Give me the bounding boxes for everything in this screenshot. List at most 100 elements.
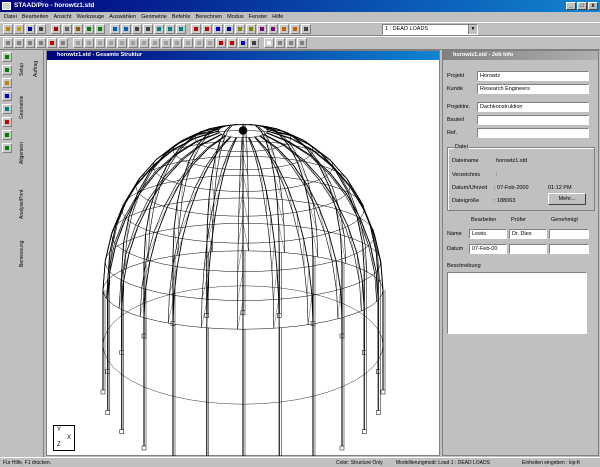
pointer-icon[interactable] <box>2 52 12 62</box>
supports-display-icon[interactable] <box>268 24 278 34</box>
tab-setup[interactable]: Setup <box>19 54 25 84</box>
tab-analyse-print[interactable]: Analyse/Print <box>19 178 25 230</box>
full-screen-icon[interactable] <box>297 38 307 48</box>
select-beams-icon[interactable] <box>202 24 212 34</box>
undo-icon[interactable] <box>84 24 94 34</box>
pan-icon[interactable] <box>143 24 153 34</box>
run-analysis-icon[interactable] <box>279 24 289 34</box>
tab-geometrie[interactable]: Geometrie <box>19 88 25 126</box>
tab-allgemein[interactable]: Allgemein <box>19 132 25 174</box>
snap-grid-icon[interactable] <box>58 38 68 48</box>
add-beam-icon[interactable] <box>183 38 193 48</box>
select-solids-icon[interactable] <box>224 24 234 34</box>
load-tool-icon[interactable] <box>2 117 12 127</box>
new-file-icon[interactable] <box>3 24 13 34</box>
menu-hilfe[interactable]: Hilfe <box>272 14 283 20</box>
ref-field[interactable] <box>477 127 589 138</box>
rotate-y-icon[interactable] <box>165 24 175 34</box>
menu-befehle[interactable]: Befehle <box>172 14 191 20</box>
datum-pruefer-field[interactable] <box>509 244 547 254</box>
close-button[interactable]: x <box>588 2 598 10</box>
redo-icon[interactable] <box>95 24 105 34</box>
beschreibung-field[interactable] <box>447 272 587 334</box>
menu-auswaehlen[interactable]: Auswählen <box>109 14 136 20</box>
name-pruefer-field[interactable]: Dr. Dies <box>509 229 547 239</box>
minimize-button[interactable]: _ <box>566 2 576 10</box>
menu-geometrie[interactable]: Geometrie <box>141 14 167 20</box>
menu-fenster[interactable]: Fenster <box>249 14 268 20</box>
rotate-geometry-icon[interactable] <box>106 38 116 48</box>
select-plates-icon[interactable] <box>213 24 223 34</box>
copy-icon[interactable] <box>62 24 72 34</box>
zoom-window-icon[interactable] <box>132 24 142 34</box>
print-icon[interactable] <box>36 24 46 34</box>
view-iso-icon[interactable] <box>36 38 46 48</box>
clear-icon[interactable] <box>238 38 248 48</box>
select-nodes-icon[interactable] <box>191 24 201 34</box>
tab-bemessung[interactable]: Bemessung <box>19 234 25 274</box>
view-top-icon[interactable] <box>25 38 35 48</box>
projekt-field[interactable]: Horowtz <box>477 70 589 81</box>
node-numbers-icon[interactable] <box>235 24 245 34</box>
add-plate-icon[interactable] <box>194 38 204 48</box>
name-bearbeiter-field[interactable]: Lewis <box>469 229 507 239</box>
help-icon[interactable] <box>301 24 311 34</box>
rotate-z-icon[interactable] <box>176 24 186 34</box>
3d-render-icon[interactable] <box>227 38 237 48</box>
merge-nodes-icon[interactable] <box>128 38 138 48</box>
datum-genehmigt-field[interactable] <box>549 244 589 254</box>
zoom-in-icon[interactable] <box>110 24 120 34</box>
menu-werkzeuge[interactable]: Werkzeuge <box>77 14 105 20</box>
mehr-button[interactable]: Mehr... <box>548 193 586 205</box>
menu-datei[interactable]: Datei <box>4 14 17 20</box>
rotate-x-icon[interactable] <box>154 24 164 34</box>
menu-modus[interactable]: Modus <box>227 14 244 20</box>
plate-tool-icon[interactable] <box>2 91 12 101</box>
add-node-icon[interactable] <box>205 38 215 48</box>
structure-diagram-icon[interactable] <box>286 38 296 48</box>
circular-repeat-icon[interactable] <box>84 38 94 48</box>
section-icon[interactable] <box>216 38 226 48</box>
datum-bearbeiter-field[interactable]: 07-Feb-00 <box>469 244 507 254</box>
tab-auftrag[interactable]: Auftrag <box>33 54 39 84</box>
cut-icon[interactable] <box>51 24 61 34</box>
app-icon[interactable] <box>2 2 11 10</box>
paste-icon[interactable] <box>73 24 83 34</box>
material-tool-icon[interactable] <box>2 143 12 153</box>
dimension-icon[interactable] <box>264 38 274 48</box>
delete-icon[interactable] <box>172 38 182 48</box>
post-process-icon[interactable] <box>290 24 300 34</box>
maximize-button[interactable]: □ <box>577 2 587 10</box>
menu-bearbeiten[interactable]: Bearbeiten <box>22 14 49 20</box>
projektnr-field[interactable]: Dachkonstruktion <box>477 101 589 112</box>
beam-numbers-icon[interactable] <box>246 24 256 34</box>
menu-berechnen[interactable]: Berechnen <box>195 14 222 20</box>
label-icon[interactable] <box>275 38 285 48</box>
structure-viewport[interactable] <box>47 60 439 456</box>
property-tool-icon[interactable] <box>2 130 12 140</box>
load-case-select[interactable]: 1 : DEAD LOADS ▼ <box>382 24 478 35</box>
menu-ansicht[interactable]: Ansicht <box>53 14 71 20</box>
save-icon[interactable] <box>25 24 35 34</box>
bauteil-field[interactable] <box>477 114 589 125</box>
zoom-out-icon[interactable] <box>121 24 131 34</box>
chevron-down-icon[interactable]: ▼ <box>468 25 477 34</box>
intersect-icon[interactable] <box>150 38 160 48</box>
move-icon[interactable] <box>117 38 127 48</box>
open-file-icon[interactable] <box>14 24 24 34</box>
view-side-icon[interactable] <box>14 38 24 48</box>
mirror-icon[interactable] <box>95 38 105 48</box>
magnify-icon[interactable] <box>249 38 259 48</box>
view-front-icon[interactable] <box>3 38 13 48</box>
split-beam-icon[interactable] <box>139 38 149 48</box>
name-genehmigt-field[interactable] <box>549 229 589 239</box>
renumber-icon[interactable] <box>161 38 171 48</box>
translational-repeat-icon[interactable] <box>73 38 83 48</box>
kunde-field[interactable]: Research Engineers <box>477 83 589 94</box>
loads-display-icon[interactable] <box>257 24 267 34</box>
structure-member <box>219 128 221 130</box>
cursor-icon[interactable] <box>47 38 57 48</box>
node-tool-icon[interactable] <box>2 78 12 88</box>
support-tool-icon[interactable] <box>2 104 12 114</box>
beam-tool-icon[interactable] <box>2 65 12 75</box>
